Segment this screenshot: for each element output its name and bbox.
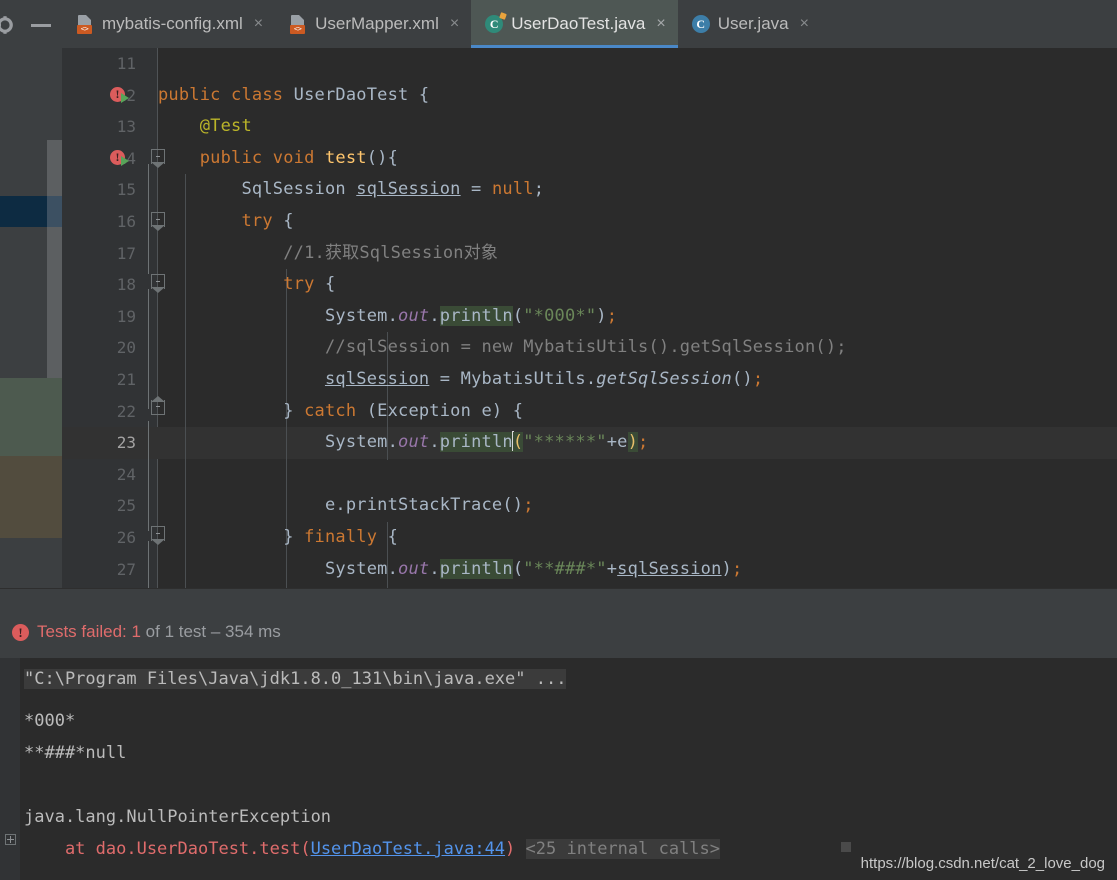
xml-tag-glyph: <> bbox=[77, 24, 92, 34]
error-icon: ! bbox=[12, 623, 29, 641]
fold-region-line bbox=[148, 164, 149, 228]
code-line-22: } catch (Exception e) { bbox=[158, 400, 524, 421]
console-output[interactable]: "C:\Program Files\Java\jdk1.8.0_131\bin\… bbox=[0, 658, 1117, 880]
xml-tag-glyph: <> bbox=[290, 24, 306, 34]
line-number: 16 bbox=[116, 212, 136, 231]
code-line-25: e.printStackTrace(); bbox=[158, 495, 534, 516]
stacktrace-link[interactable]: UserDaoTest.java:44 bbox=[311, 839, 505, 859]
run-test-method-icon[interactable]: ! bbox=[110, 149, 134, 167]
code-line-12: public class UserDaoTest { bbox=[158, 84, 430, 105]
line-number: 19 bbox=[116, 306, 136, 326]
run-test-class-icon[interactable]: ! bbox=[110, 86, 134, 104]
xml-file-icon: <> bbox=[289, 14, 307, 34]
tool-window-controls bbox=[0, 0, 62, 48]
internal-calls-label[interactable]: <25 internal calls> bbox=[525, 839, 721, 859]
top-bar: <> mybatis-config.xml × <> UserMapper.xm… bbox=[0, 0, 1117, 49]
tab-label: UserDaoTest.java bbox=[511, 14, 646, 33]
console-output-line-1: *000* bbox=[24, 711, 76, 731]
stack-suffix: ) bbox=[505, 839, 516, 859]
fold-region-line bbox=[148, 227, 149, 274]
code-line-19: System.out.println("*000*"); bbox=[158, 305, 618, 326]
line-number: 13 bbox=[116, 117, 136, 137]
idea-window: <> mybatis-config.xml × <> UserMapper.xm… bbox=[0, 0, 1117, 880]
tab-label: mybatis-config.xml bbox=[102, 14, 243, 33]
left-strip-scrollbar[interactable] bbox=[47, 140, 62, 378]
fold-region-line bbox=[148, 289, 149, 409]
tab-mybatis-config-xml[interactable]: <> mybatis-config.xml × bbox=[62, 0, 275, 48]
tests-detail-label: of 1 test – 354 ms bbox=[140, 622, 281, 641]
console-output-line-2: **###*null bbox=[24, 743, 127, 763]
line-number: 24 bbox=[116, 464, 136, 484]
test-results-panel: ! Tests failed: 1 of 1 test – 354 ms bbox=[0, 594, 1117, 658]
code-line-21: sqlSession = MybatisUtils.getSqlSession(… bbox=[324, 369, 764, 389]
stack-prefix: at dao.UserDaoTest.test( bbox=[24, 839, 311, 859]
minimize-icon[interactable] bbox=[31, 24, 51, 27]
code-editor[interactable]: 11 12 13 14 15 16 17 18 19 20 21 22 23 2… bbox=[62, 48, 1117, 588]
close-icon[interactable]: × bbox=[656, 16, 665, 32]
left-strip-olive-block bbox=[0, 456, 62, 538]
console-stacktrace-line: at dao.UserDaoTest.test(UserDaoTest.java… bbox=[24, 834, 721, 865]
line-number: 15 bbox=[116, 180, 136, 200]
code-line-15: SqlSession sqlSession = null; bbox=[158, 179, 545, 200]
line-number: 20 bbox=[116, 338, 136, 358]
line-number-current: 23 bbox=[116, 433, 136, 453]
code-line-20: //sqlSession = new MybatisUtils().getSql… bbox=[324, 337, 847, 358]
watermark-url: https://blog.csdn.net/cat_2_love_dog bbox=[856, 854, 1109, 873]
left-strip-green-block bbox=[0, 378, 62, 456]
code-line-13: @Test bbox=[199, 116, 252, 137]
tab-label: User.java bbox=[717, 14, 789, 33]
console-command-line: "C:\Program Files\Java\jdk1.8.0_131\bin\… bbox=[24, 664, 567, 695]
tab-label: UserMapper.xml bbox=[315, 14, 439, 33]
test-status-bar: ! Tests failed: 1 of 1 test – 354 ms bbox=[12, 622, 281, 642]
java-test-class-icon: C bbox=[485, 15, 504, 33]
console-gutter bbox=[0, 658, 20, 880]
line-number: 22 bbox=[116, 401, 136, 421]
fold-region-line bbox=[148, 421, 149, 531]
tab-userdaotest-java[interactable]: C UserDaoTest.java × bbox=[471, 0, 678, 48]
code-line-27: System.out.println("**###*"+sqlSession); bbox=[158, 558, 743, 579]
line-number: 18 bbox=[116, 275, 136, 295]
line-number: 26 bbox=[116, 528, 136, 547]
watermark-marker bbox=[841, 842, 851, 852]
editor-tabs: <> mybatis-config.xml × <> UserMapper.xm… bbox=[62, 0, 1117, 49]
code-line-14: public void test(){ bbox=[199, 147, 399, 168]
tests-failed-label: Tests failed: 1 bbox=[37, 622, 141, 641]
line-number: 11 bbox=[116, 54, 136, 73]
close-icon[interactable]: × bbox=[254, 16, 263, 32]
line-number: 25 bbox=[116, 496, 136, 516]
line-number: 21 bbox=[116, 370, 136, 389]
console-exception-line: java.lang.NullPointerException bbox=[24, 807, 332, 827]
tab-user-java[interactable]: C User.java × bbox=[678, 0, 821, 48]
close-icon[interactable]: × bbox=[450, 16, 459, 32]
code-line-23: System.out.println("******"+e); bbox=[158, 431, 649, 453]
line-number: 17 bbox=[116, 243, 136, 263]
expand-plus-icon[interactable] bbox=[5, 834, 16, 845]
java-class-icon: C bbox=[691, 15, 710, 33]
test-status-text: Tests failed: 1 of 1 test – 354 ms bbox=[37, 622, 281, 642]
fold-region-line bbox=[148, 541, 149, 588]
left-tool-strip bbox=[0, 48, 62, 588]
line-number: 27 bbox=[116, 559, 136, 579]
gear-icon[interactable] bbox=[0, 15, 18, 35]
console-body: "C:\Program Files\Java\jdk1.8.0_131\bin\… bbox=[20, 658, 1117, 880]
code-line-17: //1.获取SqlSession对象 bbox=[283, 242, 499, 263]
close-icon[interactable]: × bbox=[800, 16, 809, 32]
left-strip-scrollbar-thumb[interactable] bbox=[47, 196, 62, 227]
code-line-18: try { bbox=[283, 274, 336, 295]
code-line-26: } finally { bbox=[158, 527, 399, 547]
code-line-16: try { bbox=[241, 211, 294, 231]
tab-usermapper-xml[interactable]: <> UserMapper.xml × bbox=[275, 0, 471, 48]
console-command-text: "C:\Program Files\Java\jdk1.8.0_131\bin\… bbox=[24, 669, 567, 689]
xml-file-icon: <> bbox=[76, 14, 94, 34]
